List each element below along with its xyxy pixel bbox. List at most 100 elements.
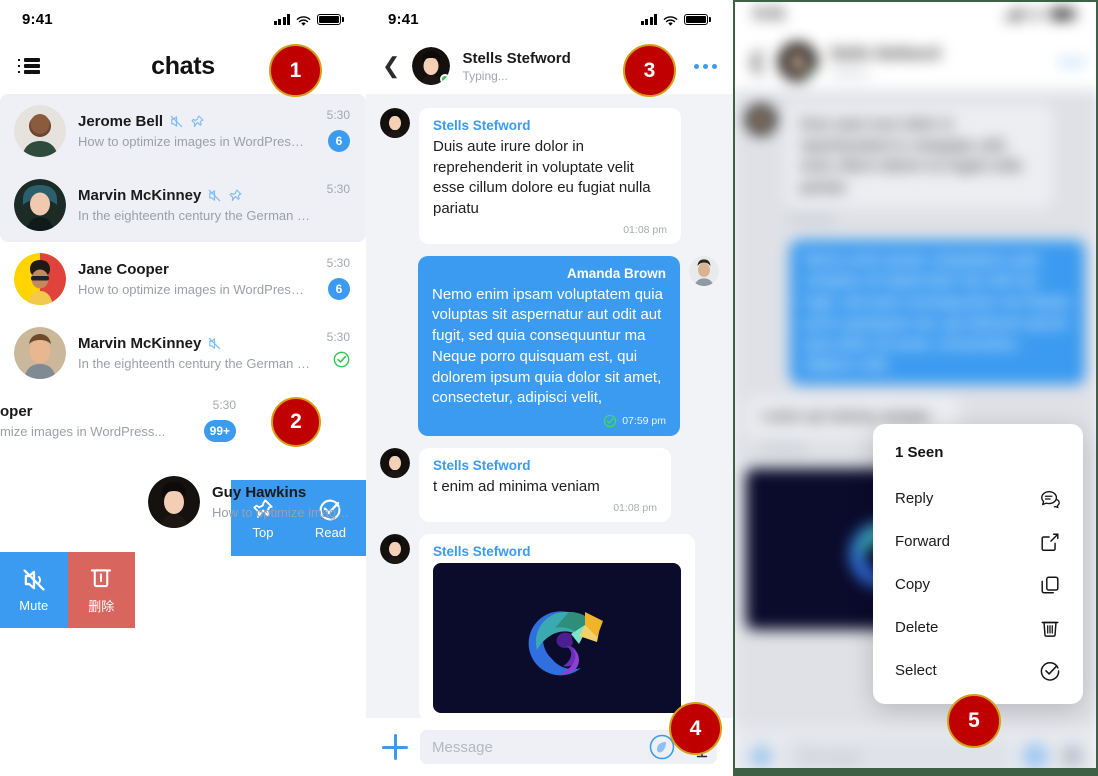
- message-bubble-outgoing: Nemo enim ipsam voluptatem quia voluptas…: [789, 239, 1086, 385]
- chat-item-name: Guy Hawkins: [212, 484, 307, 501]
- chat-item-time: 5:30: [326, 330, 350, 344]
- forward-icon: [1041, 532, 1059, 551]
- context-menu-item-forward[interactable]: Forward: [873, 520, 1083, 563]
- message-bubble-incoming[interactable]: Stells Stefword Duis aute irure dolor in…: [419, 108, 681, 244]
- conversation-contact-name: Stells Stefword: [829, 44, 941, 63]
- pin-icon: [190, 114, 205, 129]
- context-menu-item-reply[interactable]: Reply: [873, 477, 1083, 520]
- battery-icon: [684, 13, 711, 25]
- status-icons: [273, 13, 344, 26]
- swipe-action-delete[interactable]: 删除: [67, 552, 135, 628]
- context-menu-item-copy[interactable]: Copy: [873, 563, 1083, 606]
- chat-item-preview: In the eighteenth century the German phi…: [78, 356, 310, 371]
- chat-list-panel: 9:41 chats Jerome Bell How to optimize i…: [0, 0, 366, 776]
- chat-list-item-marvin-mckinney-1[interactable]: Marvin McKinney In the eighteenth centur…: [0, 168, 366, 242]
- pin-icon: [228, 188, 243, 203]
- read-receipt-icon: [604, 414, 617, 428]
- mute-icon: [207, 336, 222, 351]
- chat-item-time: 5:30: [326, 108, 350, 122]
- chat-item-preview: How to optimize images in WordPress for.…: [78, 282, 310, 297]
- chat-item-time: 5:30: [326, 256, 350, 270]
- message-row: Nemo enim ipsam voluptatem quia voluptas…: [746, 239, 1086, 385]
- message-text: Nemo enim ipsam voluptatem quia voluptas…: [432, 285, 663, 407]
- chat-list-item-jane-cooper[interactable]: Jane Cooper How to optimize images in Wo…: [0, 242, 366, 316]
- chameleon-logo-image[interactable]: [433, 562, 681, 713]
- chat-item-top: Guy Hawkins: [212, 484, 352, 501]
- message-row: Stells Stefword t enim ad minima veniam …: [380, 447, 719, 522]
- more-horizontal-icon: [1059, 59, 1084, 65]
- avatar: [148, 476, 200, 528]
- context-menu-item-select[interactable]: Select: [873, 649, 1083, 692]
- avatar: [745, 104, 777, 136]
- online-status-dot: [440, 74, 451, 84]
- chat-item-body: Marvin McKinney In the eighteenth centur…: [78, 187, 352, 223]
- message-bubble-outgoing[interactable]: Amanda Brown Nemo enim ipsam voluptatem …: [418, 255, 680, 436]
- chat-list-item-marvin-mckinney-2[interactable]: Marvin McKinney In the eighteenth centur…: [0, 316, 366, 390]
- step-marker-3: 3: [623, 44, 676, 97]
- copy-icon: [1041, 575, 1059, 594]
- message-text: Duis aute irure dolor in reprehenderit i…: [799, 115, 1022, 197]
- signal-icon: [1005, 8, 1023, 20]
- swipe-action-label: Mute: [19, 598, 49, 613]
- swipe-actions-left: Mute 删除: [0, 552, 135, 628]
- list-menu-icon[interactable]: [18, 58, 40, 74]
- message-context-menu: 1 Seen Reply Forward Copy Delete Select: [873, 424, 1083, 704]
- message-row: Stells Stefword: [380, 533, 719, 721]
- message-bubble-incoming[interactable]: Stells Stefword t enim ad minima veniam …: [419, 447, 671, 522]
- mute-icon: [169, 114, 184, 129]
- conversation-panel: 9:41 ❮ Stells Stefword Typing... Stells …: [366, 0, 733, 776]
- chat-item-body: Guy Hawkins How to optimize images in W: [212, 484, 352, 520]
- swipe-action-label: 删除: [88, 599, 115, 614]
- context-menu-label: Reply: [895, 490, 934, 507]
- chat-list-item-guy-hawkins[interactable]: Guy Hawkins How to optimize images in W: [0, 465, 366, 539]
- step-marker-2: 2: [271, 397, 321, 447]
- chat-item-time: 5:30: [326, 182, 350, 196]
- status-time: 9:41: [388, 10, 419, 28]
- context-menu-item-delete[interactable]: Delete: [873, 606, 1083, 649]
- reply-icon: [1041, 490, 1060, 508]
- chat-item-name: Jane Cooper: [78, 261, 169, 278]
- chat-item-name: Jerome Bell: [78, 113, 164, 130]
- signal-icon: [640, 13, 657, 25]
- chat-list-item-jerome-bell[interactable]: Jerome Bell How to optimize images in Wo…: [0, 94, 366, 168]
- conversation-header: ❮ Stells Stefword Typing...: [366, 38, 733, 94]
- chat-item-name: oper: [0, 403, 33, 420]
- message-time: 01:08 pm: [623, 223, 667, 236]
- message-bubble-incoming: Duis aute irure dolor in reprehenderit i…: [785, 104, 1053, 208]
- unread-badge: 6: [328, 278, 350, 300]
- wifi-icon: [663, 14, 678, 26]
- chat-item-name: Marvin McKinney: [78, 335, 202, 352]
- message-time: 01:08 pm: [613, 501, 657, 514]
- send-icon: [1022, 742, 1049, 768]
- message-row: Stells Stefword Duis aute irure dolor in…: [380, 108, 719, 244]
- swipe-action-mute[interactable]: Mute: [0, 552, 68, 628]
- chat-item-preview: mize images in WordPress...: [0, 424, 166, 439]
- message-bubble-incoming-image[interactable]: Stells Stefword: [419, 533, 695, 721]
- avatar[interactable]: [412, 47, 451, 85]
- chat-item-top: Jane Cooper: [78, 261, 352, 278]
- status-icons: [640, 13, 711, 26]
- avatar: [380, 447, 410, 478]
- screenshot-stage: 9:41 chats Jerome Bell How to optimize i…: [0, 0, 1098, 776]
- avatar: [689, 255, 719, 286]
- message-sender: Stells Stefword: [433, 118, 531, 133]
- unread-badge: 6: [328, 130, 350, 152]
- battery-icon: [317, 13, 344, 25]
- avatar: [14, 327, 66, 379]
- chat-item-name: Marvin McKinney: [78, 187, 202, 204]
- chat-item-body: Marvin McKinney In the eighteenth centur…: [78, 335, 352, 371]
- chat-item-body: Jane Cooper How to optimize images in Wo…: [78, 261, 352, 297]
- step-marker-4: 4: [669, 702, 722, 755]
- chat-item-meta: 5:30: [327, 330, 350, 373]
- avatar: [14, 105, 66, 157]
- microphone-icon: [1060, 744, 1084, 768]
- seen-count-label: 1 Seen: [895, 444, 944, 461]
- context-menu-label: Forward: [895, 533, 951, 550]
- mute-icon: [207, 188, 222, 203]
- context-menu-panel: 9:41 ❮ Stells Stefword Typing... Duis au…: [733, 0, 1098, 776]
- plus-icon[interactable]: [382, 734, 408, 760]
- chevron-left-icon[interactable]: ❮: [382, 55, 400, 77]
- chat-item-meta: 5:30 6: [327, 108, 350, 152]
- status-bar-left: 9:41: [0, 0, 366, 38]
- more-horizontal-icon[interactable]: [694, 63, 717, 69]
